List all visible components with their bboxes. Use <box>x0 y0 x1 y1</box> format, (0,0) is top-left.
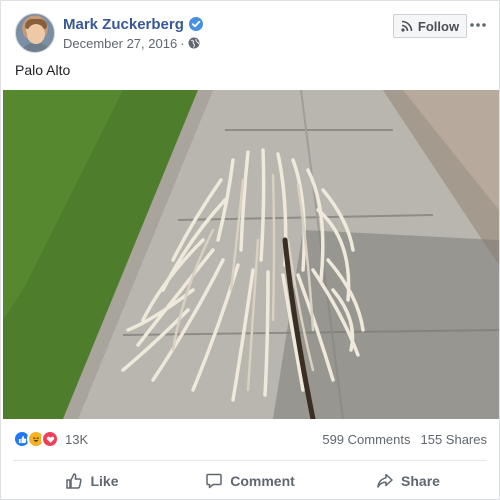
post-stats: 13K 599 Comments 155 Shares <box>13 425 487 453</box>
post-meta: December 27, 2016 · <box>63 35 200 51</box>
follow-button[interactable]: Follow <box>393 14 467 38</box>
more-options-icon[interactable] <box>469 13 487 37</box>
verified-badge-icon <box>188 17 203 31</box>
post-date[interactable]: December 27, 2016 <box>63 36 177 51</box>
shares-count[interactable]: 155 Shares <box>421 432 488 447</box>
post-photo[interactable] <box>3 90 499 419</box>
post-actions: Like Comment Share <box>13 460 487 500</box>
comment-button[interactable]: Comment <box>171 461 329 500</box>
share-arrow-icon <box>377 473 393 488</box>
like-label: Like <box>90 472 119 489</box>
comments-count[interactable]: 599 Comments <box>322 432 410 447</box>
post-header: Mark Zuckerberg December 27, 2016 · Foll… <box>15 11 487 55</box>
follow-label: Follow <box>417 18 460 34</box>
author-avatar[interactable] <box>15 13 55 53</box>
meta-separator: · <box>180 35 185 51</box>
author-name-row: Mark Zuckerberg <box>63 14 203 34</box>
comment-label: Comment <box>230 472 295 489</box>
thumbs-up-icon <box>66 472 83 489</box>
engagement-counts: 599 Comments 155 Shares <box>322 432 487 447</box>
love-reaction-icon <box>41 430 59 448</box>
share-label: Share <box>401 472 440 489</box>
globe-icon[interactable] <box>188 37 200 49</box>
facebook-post: Mark Zuckerberg December 27, 2016 · Foll… <box>0 0 500 500</box>
comment-bubble-icon <box>206 473 222 488</box>
reaction-count: 13K <box>65 431 89 447</box>
reactions-summary[interactable]: 13K <box>13 430 88 448</box>
like-button[interactable]: Like <box>13 461 171 500</box>
share-button[interactable]: Share <box>329 461 487 500</box>
rss-icon <box>401 20 413 32</box>
post-text: Palo Alto <box>15 62 71 78</box>
author-name[interactable]: Mark Zuckerberg <box>63 16 184 33</box>
